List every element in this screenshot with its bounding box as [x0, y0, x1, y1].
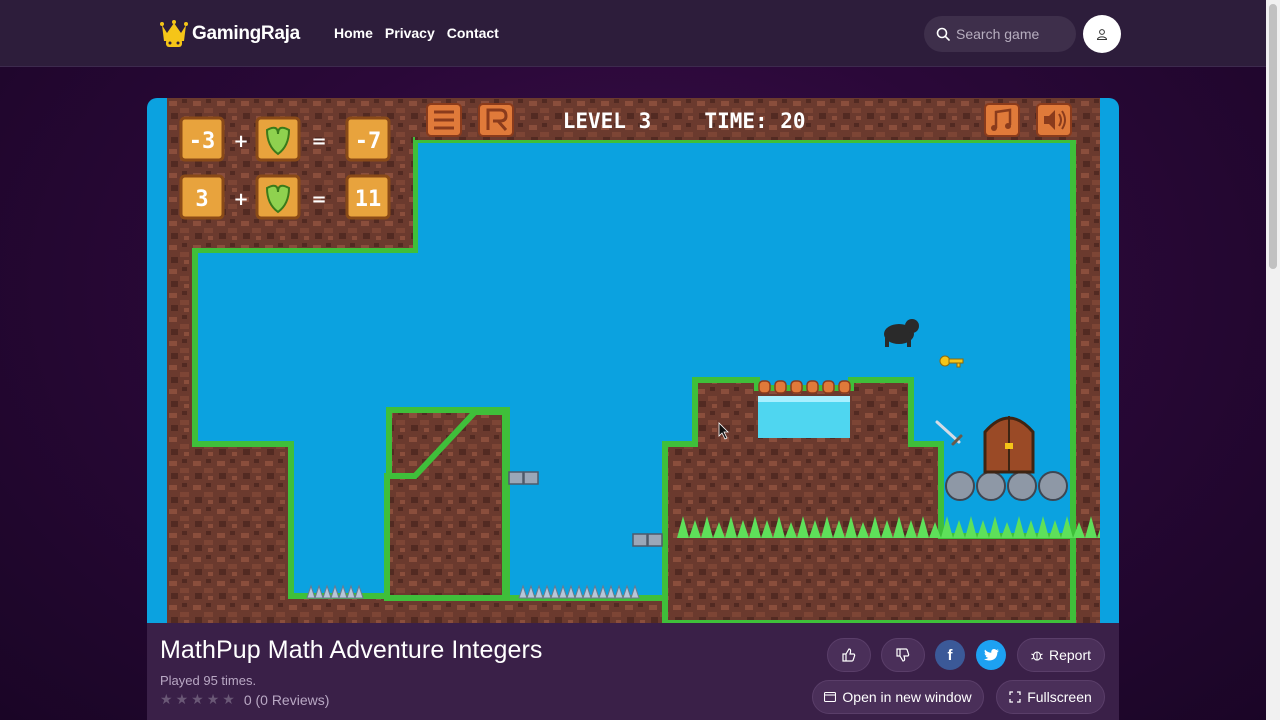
play-count: Played 95 times.: [160, 673, 257, 688]
window-icon: [824, 691, 837, 703]
star-icon[interactable]: ★: [207, 691, 220, 708]
open-new-window-button[interactable]: Open in new window: [812, 680, 984, 714]
open-window-label: Open in new window: [842, 689, 972, 705]
scroll-thumb[interactable]: [1269, 4, 1277, 269]
report-button[interactable]: Report: [1017, 638, 1105, 672]
level-label: LEVEL 3: [563, 109, 652, 133]
twitter-icon: [983, 648, 999, 660]
like-button[interactable]: [827, 638, 871, 672]
music-button: [984, 103, 1020, 137]
site-logo[interactable]: GamingRaja: [160, 18, 300, 50]
bug-icon: [1031, 651, 1043, 661]
crown-icon: [160, 20, 188, 47]
facebook-icon: f: [947, 646, 953, 664]
report-label: Report: [1048, 647, 1092, 663]
thumbs-down-icon: [896, 648, 910, 662]
game-frame[interactable]: -3 + = -7 3 + = 11 LEVEL 3 TIME: 20: [147, 98, 1119, 623]
svg-text:11: 11: [355, 187, 382, 212]
game-title: MathPup Math Adventure Integers: [160, 636, 543, 664]
fullscreen-icon: [1009, 691, 1021, 703]
restart-button: [478, 103, 514, 137]
dislike-button[interactable]: [881, 638, 925, 672]
main-nav: Home Privacy Contact: [334, 25, 499, 41]
site-header: GamingRaja Home Privacy Contact: [0, 0, 1266, 67]
star-rating[interactable]: ★ ★ ★ ★ ★ 0 (0 Reviews): [160, 691, 329, 708]
logo-text: GamingRaja: [192, 23, 300, 44]
svg-text:-3: -3: [189, 129, 216, 154]
nav-contact[interactable]: Contact: [447, 25, 499, 41]
sound-button: [1036, 103, 1072, 137]
time-label: TIME: 20: [704, 109, 805, 133]
equation-row-2: 3 + = 11: [179, 174, 391, 220]
user-account-button[interactable]: [1083, 15, 1121, 53]
menu-button: [426, 103, 462, 137]
star-icon[interactable]: ★: [191, 691, 204, 708]
thumbs-up-icon: [842, 648, 856, 662]
door: [983, 416, 1035, 474]
nav-privacy[interactable]: Privacy: [385, 25, 435, 41]
water-pool: [758, 396, 850, 438]
user-icon: [1096, 29, 1108, 40]
rating-text: 0 (0 Reviews): [243, 691, 330, 708]
twitter-share-button[interactable]: [976, 640, 1006, 670]
nav-home[interactable]: Home: [334, 25, 373, 41]
svg-text:+: +: [233, 131, 248, 152]
svg-text:3: 3: [195, 187, 208, 212]
star-icon[interactable]: ★: [160, 691, 173, 708]
page-scrollbar[interactable]: [1266, 0, 1280, 720]
search-input[interactable]: [956, 26, 1066, 42]
facebook-share-button[interactable]: f: [935, 640, 965, 670]
game-info-panel: MathPup Math Adventure Integers Played 9…: [147, 623, 1119, 720]
search-icon: [936, 27, 950, 41]
equation-row-1: -3 + = -7: [179, 116, 391, 162]
star-icon[interactable]: ★: [176, 691, 189, 708]
svg-text:-7: -7: [355, 129, 382, 154]
search-box[interactable]: [924, 16, 1076, 52]
fullscreen-label: Fullscreen: [1027, 689, 1092, 705]
svg-text:=: =: [311, 189, 326, 210]
game-canvas[interactable]: -3 + = -7 3 + = 11 LEVEL 3 TIME: 20: [167, 98, 1100, 623]
fullscreen-button[interactable]: Fullscreen: [996, 680, 1105, 714]
svg-text:=: =: [311, 131, 326, 152]
svg-text:+: +: [233, 189, 248, 210]
star-icon[interactable]: ★: [222, 691, 235, 708]
